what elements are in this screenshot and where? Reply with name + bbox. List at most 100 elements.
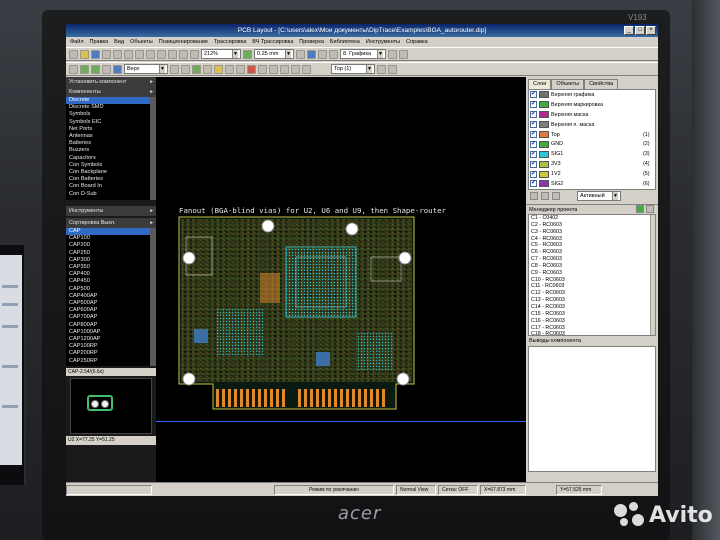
minimize-button[interactable]: _ [624,26,634,35]
layer-color-swatch[interactable] [539,170,549,178]
list-item[interactable]: C11 - RC0603 [531,283,655,290]
layer-color-swatch[interactable] [539,160,549,168]
sort-header[interactable]: Сортировка Выкл. ▸ [66,218,156,228]
hole-icon[interactable] [225,64,234,74]
layer-tool-icon[interactable] [530,192,538,200]
layer-visible-checkbox[interactable] [530,140,537,148]
list-item[interactable]: C16 - RC0603 [531,318,655,325]
tab-objects[interactable]: Объекты [551,79,585,89]
menu-file[interactable]: Файл [70,37,84,47]
zoom-out-icon[interactable] [179,49,188,59]
layer-visible-checkbox[interactable] [530,120,537,129]
menu-placement[interactable]: Позиционирование [159,37,208,47]
layer-color-swatch[interactable] [539,91,549,99]
trace-icon[interactable] [170,64,179,74]
ruler-icon[interactable] [399,49,408,59]
project-view-icon[interactable] [636,205,645,213]
line-icon[interactable] [318,49,327,59]
list-item[interactable]: Symbols [69,111,156,118]
list-item[interactable]: Batteries [69,140,156,147]
layer-visible-checkbox[interactable] [530,90,537,99]
list-item[interactable]: C5 - RC0603 [531,242,655,249]
layer-row[interactable]: Верхняя графика [529,90,655,100]
list-item[interactable]: Con Symbols [69,162,156,169]
layer-visible-checkbox[interactable] [530,130,537,138]
menu-objects[interactable]: Объекты [130,37,153,47]
list-item[interactable]: CAP500 [69,286,156,293]
layer-color-swatch[interactable] [539,121,549,129]
list-item[interactable]: Capacitors [69,155,156,162]
list-item[interactable]: C15 - RC0603 [531,311,655,318]
component-pins-box[interactable] [528,346,656,472]
list-item[interactable]: CAP600AP [69,307,156,314]
copy-icon[interactable] [124,49,133,59]
list-item[interactable]: CAP200 [69,242,156,249]
snap-icon[interactable] [296,49,305,59]
menu-help[interactable]: Справка [406,37,428,47]
list-item[interactable]: CAP1000AP [69,329,156,336]
list-item[interactable]: CAP100RP [69,343,156,350]
place-component-icon[interactable] [80,64,89,74]
autoroute-icon[interactable] [269,64,278,74]
layer-row[interactable]: SIG1 (3) [529,149,655,159]
list-item[interactable]: C17 - RC0603 [531,325,655,332]
layer-color-swatch[interactable] [539,111,549,119]
layer-select[interactable]: Top (1) ▼ [331,64,375,74]
arrange-icon[interactable] [302,64,311,74]
menu-routing[interactable]: Трассировка [214,37,246,47]
open-file-icon[interactable] [80,49,89,59]
cut-icon[interactable] [113,49,122,59]
3d-view-icon[interactable] [388,64,397,74]
shape-router-icon[interactable] [280,64,289,74]
list-item[interactable]: CAP700AP [69,314,156,321]
list-item[interactable]: Symbols EIC [69,119,156,126]
zoom-in-icon[interactable] [168,49,177,59]
list-item[interactable]: C13 - RC0603 [531,297,655,304]
arc-icon[interactable] [329,49,338,59]
list-item[interactable]: Antennas [69,133,156,140]
layer-visible-checkbox[interactable] [530,150,537,158]
components-header[interactable]: Компоненты ▸ [66,87,156,97]
menu-edit[interactable]: Правка [90,37,109,47]
list-item[interactable]: Discrete [66,97,156,105]
fiducial-icon[interactable] [236,64,245,74]
ratline-icon[interactable] [258,64,267,74]
maximize-button[interactable]: □ [635,26,645,35]
layer-color-swatch[interactable] [539,140,549,148]
list-item[interactable]: C1 - C0402 [531,215,655,222]
zoom-fit-icon[interactable] [190,49,199,59]
install-component-header[interactable]: Установить компонент ▸ [66,77,156,87]
layer-row[interactable]: Верхняя маска [529,110,655,120]
menu-verification[interactable]: Проверка [299,37,324,47]
drc-icon[interactable] [247,64,256,74]
list-item[interactable]: C12 - RC0603 [531,290,655,297]
list-item[interactable]: CAP200RP [69,350,156,357]
list-item[interactable]: C4 - RC0603 [531,236,655,243]
save-icon[interactable] [91,49,100,59]
list-item[interactable]: CAP500AP [69,300,156,307]
text-icon[interactable] [307,49,316,59]
component-list[interactable]: CAP CAP100 CAP200 CAP250 CAP300 CAP350 C… [66,228,156,366]
project-list-scrollbar[interactable] [650,215,655,335]
layer-setup-icon[interactable] [377,64,386,74]
list-item[interactable]: C2 - RC0603 [531,222,655,229]
print-icon[interactable] [102,49,111,59]
layer-color-swatch[interactable] [539,180,549,188]
list-item[interactable]: CAP350 [69,264,156,271]
add-text-icon[interactable] [102,64,111,74]
layer-visible-checkbox[interactable] [530,160,537,168]
list-item[interactable]: CAP400 [69,271,156,278]
project-settings-icon[interactable] [646,205,654,213]
list-item[interactable]: C8 - RC0603 [531,263,655,270]
list-item[interactable]: Buzzers [69,147,156,154]
route-icon[interactable] [113,64,122,74]
layer-visible-checkbox[interactable] [530,179,537,188]
list-item[interactable]: Net Ports [69,126,156,133]
layer-mode-select[interactable]: Активный ▼ [577,191,621,201]
layer-visible-checkbox[interactable] [530,100,537,109]
tab-properties[interactable]: Свойства [584,79,619,89]
list-item[interactable]: CAP400AP [69,293,156,300]
keepout-icon[interactable] [203,64,212,74]
redo-icon[interactable] [157,49,166,59]
layer-visibility-icon[interactable] [552,192,560,200]
